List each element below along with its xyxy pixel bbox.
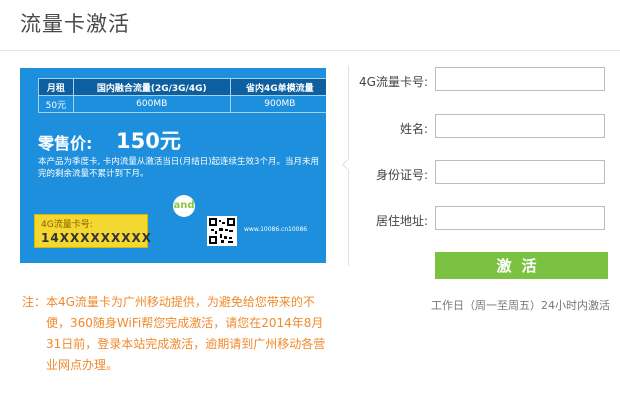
form-row-address: 居住地址: [350, 206, 610, 234]
table-row: 50元 600MB 900MB [38, 95, 326, 113]
note-text: 本4G流量卡为广州移动提供，为避免给您带来的不便，360随身WiFi帮您完成激活… [46, 295, 326, 372]
brand-logo-text: 10086 [288, 226, 308, 233]
plan-table-header: 省内4G单模流量 [229, 78, 326, 96]
activation-note: 注：本4G流量卡为广州移动提供，为避免给您带来的不便，360随身WiFi帮您完成… [22, 292, 342, 376]
form-row-name: 姓名: [350, 114, 610, 142]
card-number-value: 14XXXXXXXXX [41, 231, 152, 245]
address-field-label: 居住地址: [375, 214, 428, 228]
plan-table-header: 国内融合流量(2G/3G/4G) [72, 78, 231, 96]
page-title: 流量卡激活 [20, 12, 130, 36]
id-number-field-label: 身份证号: [375, 168, 428, 182]
card-number-field-label: 4G流量卡号: [359, 75, 428, 89]
name-input[interactable] [435, 114, 605, 138]
note-prefix: 注： [22, 295, 47, 309]
header-divider [0, 50, 620, 51]
card-number-box: 4G流量卡号: 14XXXXXXXXX [34, 214, 151, 248]
table-cell: 50元 [38, 95, 74, 113]
plan-table-header: 月租 [38, 78, 74, 96]
plan-table: 月租 国内融合流量(2G/3G/4G) 省内4G单模流量 50元 600MB 9… [38, 78, 326, 113]
form-row-card-number: 4G流量卡号: [350, 67, 610, 95]
price-label: 零售价: [38, 134, 93, 153]
table-cell: 900MB [229, 95, 326, 113]
price-value: 150元 [116, 129, 181, 153]
card-description: 本产品为季度卡, 卡内流量从激活当日(月结日)起连续生效3个月。当月未用完的剩余… [38, 157, 319, 179]
name-field-label: 姓名: [399, 122, 428, 136]
brand-url: www.10086.cn [244, 226, 289, 233]
card-number-label: 4G流量卡号: [41, 220, 93, 230]
id-number-input[interactable] [435, 160, 605, 184]
qr-code-icon [207, 216, 237, 246]
table-cell: 600MB [72, 95, 231, 113]
plan-table-header-row: 月租 国内融合流量(2G/3G/4G) 省内4G单模流量 [38, 78, 326, 96]
activate-button[interactable]: 激活 [435, 252, 608, 279]
card-image: 月租 国内融合流量(2G/3G/4G) 省内4G单模流量 50元 600MB 9… [20, 68, 326, 263]
and-logo-icon: and [173, 195, 195, 217]
form-row-id-number: 身份证号: [350, 160, 610, 188]
address-input[interactable] [435, 206, 605, 230]
activation-hours-text: 工作日（周一至周五）24小时内激活 [431, 299, 610, 312]
card-number-input[interactable] [435, 67, 605, 91]
